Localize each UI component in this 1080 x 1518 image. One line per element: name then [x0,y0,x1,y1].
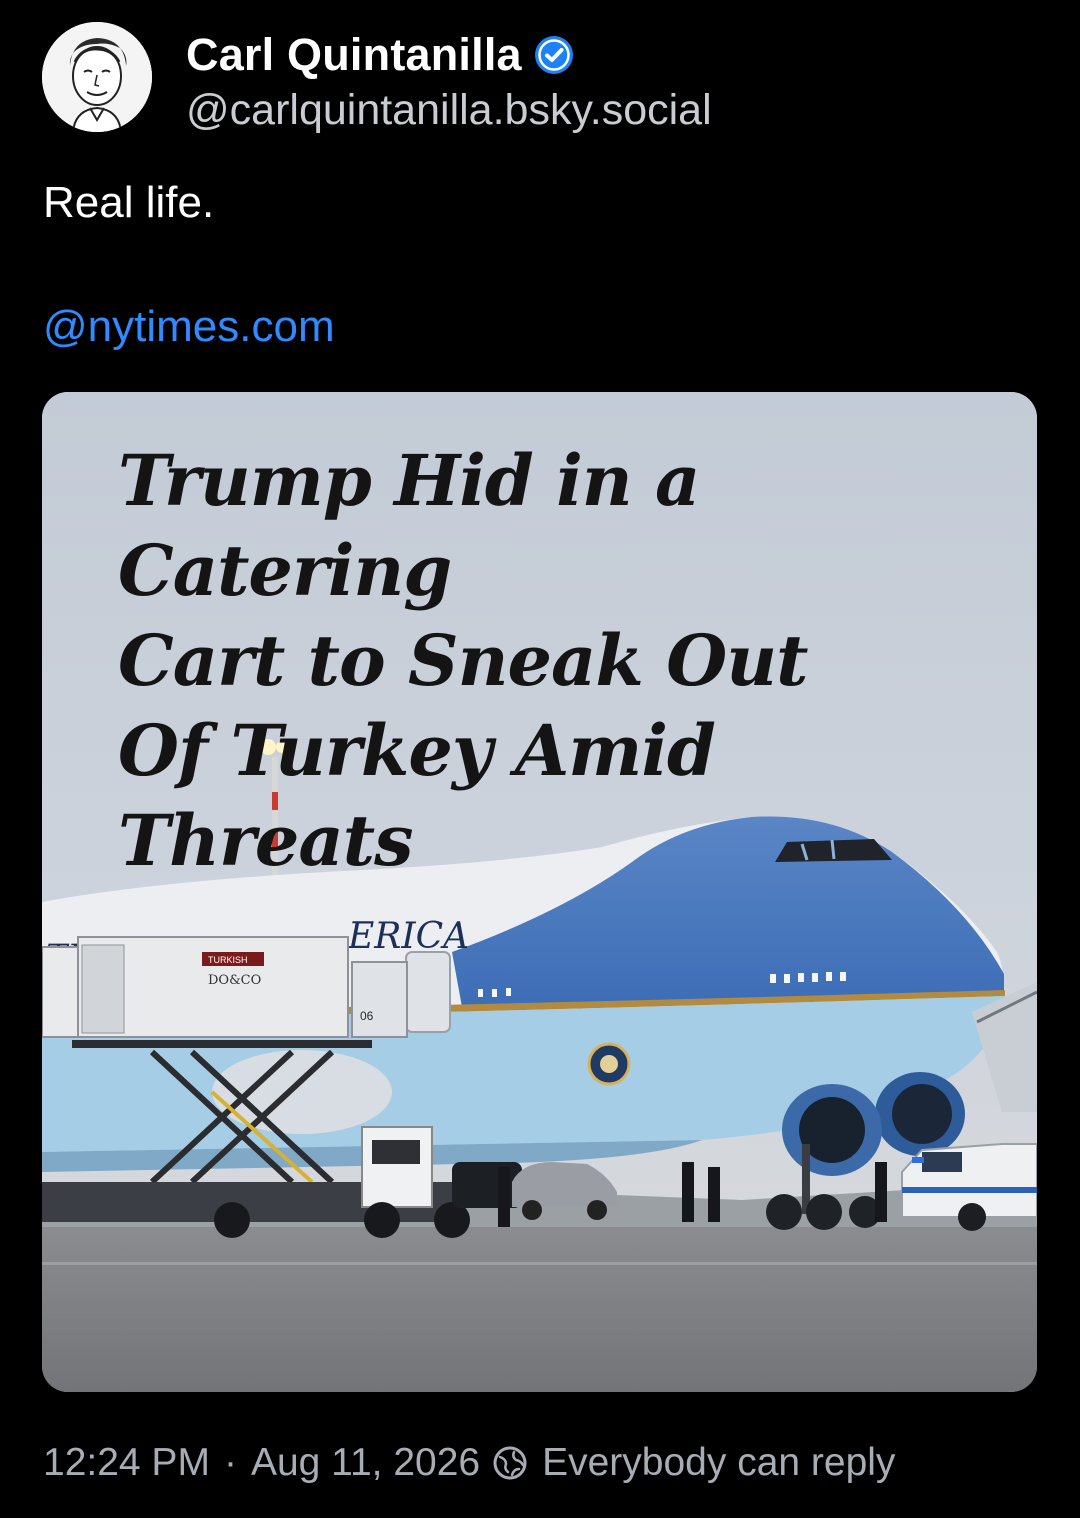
author-handle[interactable]: @carlquintanilla.bsky.social [186,86,712,135]
embedded-headline: Trump Hid in a Catering Cart to Sneak Ou… [118,436,998,886]
headline-line: Of Turkey Amid Threats [118,709,716,882]
mention-link[interactable]: @nytimes.com [43,302,335,352]
post-footer: 12:24 PM · Aug 11, 2026 Everybody can re… [43,1438,895,1488]
avatar-sketch-portrait-icon [42,22,152,132]
dot-separator: · [223,1441,237,1484]
cart-brand: DO&CO [208,973,261,988]
verified-badge-icon [534,36,573,74]
author-display-name[interactable]: Carl Quintanilla [186,29,522,81]
headline-line: Cart to Sneak Out [118,619,808,702]
tail-number: 06 [360,1009,374,1023]
cart-brand-top: TURKISH [208,955,248,965]
fuselage-lettering: ERICA [347,916,469,957]
headline-line: Trump Hid in a Catering [118,439,700,612]
post-text: Real life. [43,178,215,227]
post-date: Aug 11, 2026 [250,1441,481,1484]
author-name-row: Carl Quintanilla [186,28,574,82]
globe-icon [493,1446,527,1480]
reply-setting[interactable]: Everybody can reply [542,1441,895,1485]
embedded-image[interactable]: ERICA TE 06 TURKISH DO&CO [42,392,1037,1392]
avatar[interactable] [42,22,152,132]
post-time: 12:24 PM [43,1441,210,1484]
